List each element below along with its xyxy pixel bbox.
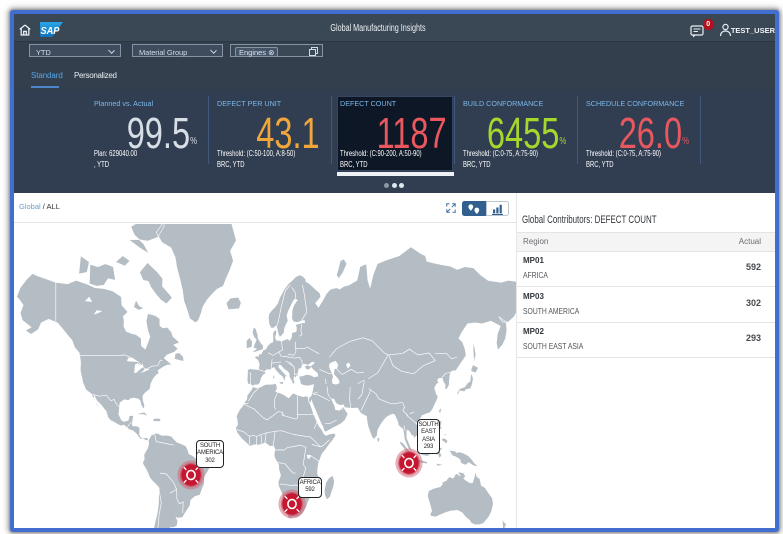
svg-text:SAP: SAP — [40, 25, 59, 36]
